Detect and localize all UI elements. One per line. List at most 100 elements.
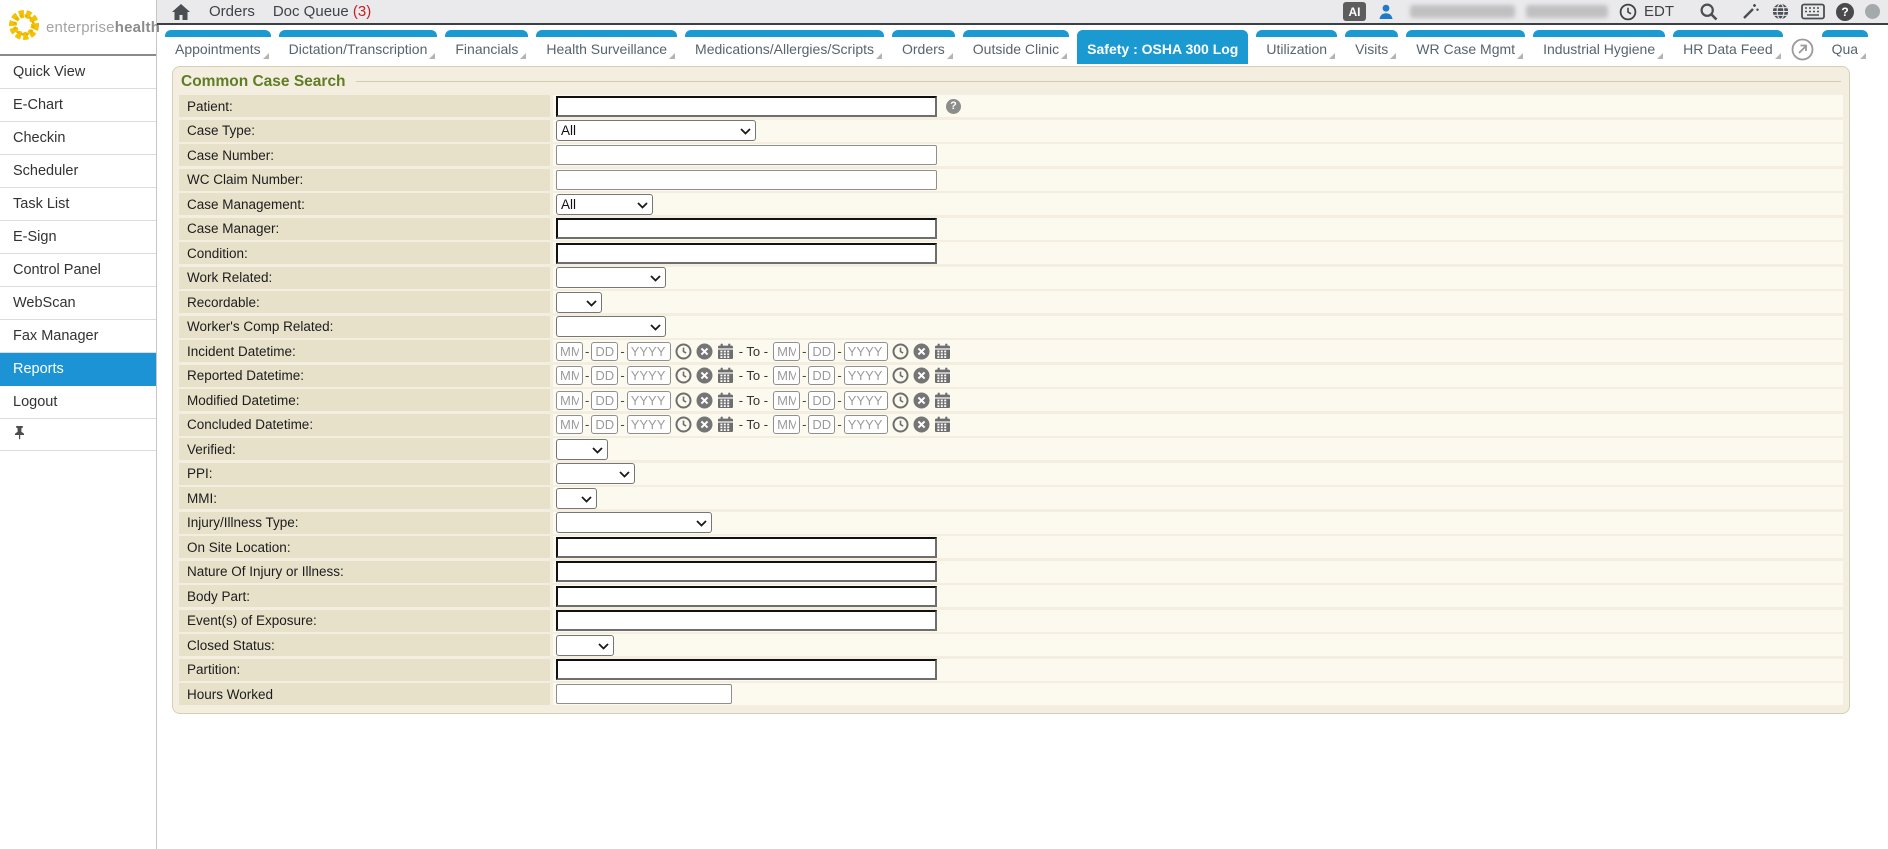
tab-outside-clinic[interactable]: Outside Clinic bbox=[963, 30, 1069, 64]
tab-safety-osha-300-log[interactable]: Safety : OSHA 300 Log bbox=[1077, 30, 1248, 64]
dd-input[interactable] bbox=[591, 415, 618, 434]
sidebar-item-logout[interactable]: Logout bbox=[0, 386, 156, 419]
sidebar-item-webscan[interactable]: WebScan bbox=[0, 287, 156, 320]
dd-input[interactable] bbox=[808, 415, 835, 434]
calendar-icon[interactable] bbox=[717, 392, 734, 409]
breadcrumb-doc-queue[interactable]: Doc Queue (3) bbox=[273, 3, 371, 20]
dd-input[interactable] bbox=[591, 342, 618, 361]
home-icon[interactable] bbox=[171, 3, 191, 21]
wc-claim-number-input[interactable] bbox=[556, 170, 937, 190]
globe-icon[interactable] bbox=[1771, 2, 1790, 21]
year-input[interactable] bbox=[627, 366, 671, 385]
event-s-of-exposure-input[interactable] bbox=[556, 610, 937, 631]
tab-health-surveillance[interactable]: Health Surveillance bbox=[536, 30, 677, 64]
tab-hr-data-feed[interactable]: HR Data Feed bbox=[1673, 30, 1782, 64]
recordable-select[interactable] bbox=[556, 292, 602, 313]
clear-date-icon[interactable] bbox=[696, 416, 713, 433]
case-management-select[interactable]: All bbox=[556, 194, 653, 215]
sidebar-item-control-panel[interactable]: Control Panel bbox=[0, 254, 156, 287]
sidebar-item-quick-view[interactable]: Quick View bbox=[0, 56, 156, 89]
dd-input[interactable] bbox=[591, 366, 618, 385]
time-picker-icon[interactable] bbox=[892, 392, 909, 409]
calendar-icon[interactable] bbox=[934, 343, 951, 360]
sidebar-item-fax-manager[interactable]: Fax Manager bbox=[0, 320, 156, 353]
time-picker-icon[interactable] bbox=[892, 367, 909, 384]
field-help-icon[interactable]: ? bbox=[946, 99, 961, 114]
clear-date-icon[interactable] bbox=[696, 392, 713, 409]
search-icon[interactable] bbox=[1699, 2, 1719, 22]
clear-date-icon[interactable] bbox=[696, 343, 713, 360]
injury-illness-type-select[interactable] bbox=[556, 512, 712, 533]
body-part-input[interactable] bbox=[556, 586, 937, 607]
calendar-icon[interactable] bbox=[717, 416, 734, 433]
mm-input[interactable] bbox=[556, 342, 583, 361]
time-picker-icon[interactable] bbox=[892, 343, 909, 360]
breadcrumb-orders[interactable]: Orders bbox=[209, 3, 255, 20]
calendar-icon[interactable] bbox=[934, 392, 951, 409]
keyboard-icon[interactable] bbox=[1801, 3, 1825, 20]
closed-status-select[interactable] bbox=[556, 635, 614, 656]
mm-input[interactable] bbox=[773, 366, 800, 385]
nature-of-injury-or-illness-input[interactable] bbox=[556, 561, 937, 582]
time-picker-icon[interactable] bbox=[675, 392, 692, 409]
sidebar-item-scheduler[interactable]: Scheduler bbox=[0, 155, 156, 188]
clear-date-icon[interactable] bbox=[913, 416, 930, 433]
year-input[interactable] bbox=[844, 342, 888, 361]
time-picker-icon[interactable] bbox=[675, 416, 692, 433]
sidebar-item-checkin[interactable]: Checkin bbox=[0, 122, 156, 155]
year-input[interactable] bbox=[627, 415, 671, 434]
calendar-icon[interactable] bbox=[934, 367, 951, 384]
external-link-icon[interactable] bbox=[1791, 38, 1814, 61]
year-input[interactable] bbox=[844, 391, 888, 410]
calendar-icon[interactable] bbox=[717, 367, 734, 384]
user-icon[interactable] bbox=[1377, 3, 1395, 21]
hours-worked-input[interactable] bbox=[556, 684, 732, 704]
tab-visits[interactable]: Visits bbox=[1345, 30, 1398, 64]
mm-input[interactable] bbox=[773, 391, 800, 410]
sidebar-item-e-chart[interactable]: E-Chart bbox=[0, 89, 156, 122]
clear-date-icon[interactable] bbox=[696, 367, 713, 384]
tab-medications-allergies-scripts[interactable]: Medications/Allergies/Scripts bbox=[685, 30, 884, 64]
tab-utilization[interactable]: Utilization bbox=[1256, 30, 1337, 64]
mm-input[interactable] bbox=[556, 366, 583, 385]
dd-input[interactable] bbox=[808, 342, 835, 361]
dd-input[interactable] bbox=[808, 366, 835, 385]
mm-input[interactable] bbox=[556, 415, 583, 434]
year-input[interactable] bbox=[627, 391, 671, 410]
mm-input[interactable] bbox=[773, 415, 800, 434]
mmi-select[interactable] bbox=[556, 488, 597, 509]
ai-badge[interactable]: AI bbox=[1343, 2, 1366, 21]
tab-financials[interactable]: Financials bbox=[445, 30, 528, 64]
year-input[interactable] bbox=[844, 415, 888, 434]
patient-input[interactable] bbox=[556, 96, 937, 117]
sidebar-item-reports[interactable]: Reports bbox=[0, 353, 156, 386]
year-input[interactable] bbox=[844, 366, 888, 385]
time-picker-icon[interactable] bbox=[892, 416, 909, 433]
case-number-input[interactable] bbox=[556, 145, 937, 165]
mm-input[interactable] bbox=[556, 391, 583, 410]
condition-input[interactable] bbox=[556, 243, 937, 264]
clear-date-icon[interactable] bbox=[913, 343, 930, 360]
time-picker-icon[interactable] bbox=[675, 343, 692, 360]
tab-qua[interactable]: Qua bbox=[1822, 30, 1868, 64]
year-input[interactable] bbox=[627, 342, 671, 361]
help-icon[interactable]: ? bbox=[1836, 3, 1854, 21]
partition-input[interactable] bbox=[556, 659, 937, 680]
sidebar-item-task-list[interactable]: Task List bbox=[0, 188, 156, 221]
tab-appointments[interactable]: Appointments bbox=[165, 30, 271, 64]
dd-input[interactable] bbox=[591, 391, 618, 410]
wand-icon[interactable] bbox=[1740, 2, 1760, 22]
sidebar-pin-button[interactable] bbox=[0, 419, 156, 451]
ppi-select[interactable] bbox=[556, 463, 635, 484]
mm-input[interactable] bbox=[773, 342, 800, 361]
worker-s-comp-related-select[interactable] bbox=[556, 316, 666, 337]
on-site-location-input[interactable] bbox=[556, 537, 937, 558]
time-picker-icon[interactable] bbox=[675, 367, 692, 384]
sidebar-item-e-sign[interactable]: E-Sign bbox=[0, 221, 156, 254]
case-type-select[interactable]: All bbox=[556, 120, 756, 141]
dd-input[interactable] bbox=[808, 391, 835, 410]
tab-industrial-hygiene[interactable]: Industrial Hygiene bbox=[1533, 30, 1665, 64]
verified-select[interactable] bbox=[556, 439, 608, 460]
case-manager-input[interactable] bbox=[556, 218, 937, 239]
work-related-select[interactable] bbox=[556, 267, 666, 288]
